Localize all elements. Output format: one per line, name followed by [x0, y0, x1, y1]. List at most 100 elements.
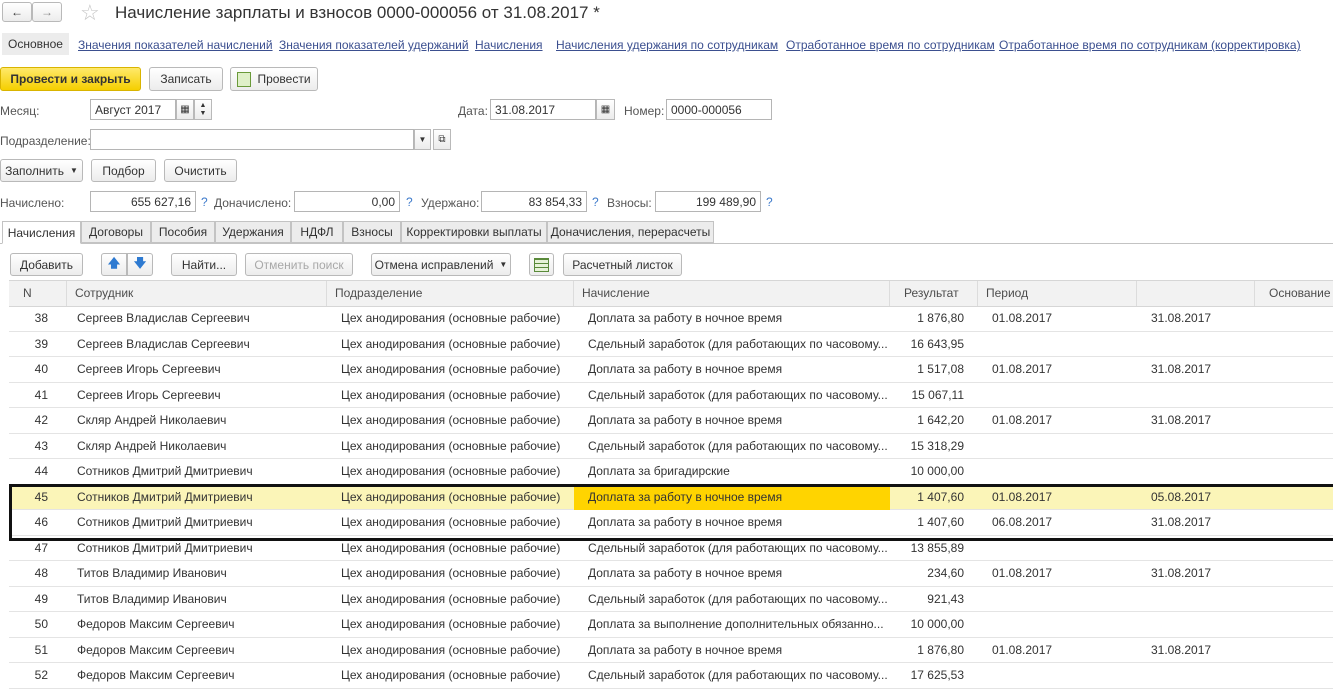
department-cell[interactable]: Цех анодирования (основные рабочие): [341, 306, 571, 331]
contributions-help-icon[interactable]: ?: [766, 195, 773, 209]
period-start-cell[interactable]: 01.08.2017: [992, 408, 1132, 433]
accrued-help-icon[interactable]: ?: [201, 195, 208, 209]
department-cell[interactable]: Цех анодирования (основные рабочие): [341, 434, 571, 459]
col-header-period-end[interactable]: [1137, 281, 1255, 306]
accrual-cell[interactable]: Доплата за работу в ночное время: [588, 306, 888, 331]
accrual-cell[interactable]: Сдельный заработок (для работающих по ча…: [588, 332, 888, 357]
table-row[interactable]: 52 Федоров Максим Сергеевич Цех анодирован…: [9, 663, 1333, 689]
table-row[interactable]: 44 Сотников Дмитрий Дмитриевич Цех анодиро…: [9, 459, 1333, 485]
period-start-cell[interactable]: 01.08.2017: [992, 561, 1132, 586]
row-number[interactable]: 43: [9, 434, 48, 459]
period-end-cell[interactable]: 31.08.2017: [1151, 306, 1251, 331]
period-end-cell[interactable]: [1151, 383, 1251, 408]
table-row[interactable]: 51 Федоров Максим Сергеевич Цех анодирован…: [9, 638, 1333, 663]
nav-link-main[interactable]: Основное: [2, 33, 69, 55]
accrual-cell[interactable]: Сдельный заработок (для работающих по ча…: [588, 434, 888, 459]
row-number[interactable]: 41: [9, 383, 48, 408]
row-number[interactable]: 51: [9, 638, 48, 663]
department-cell[interactable]: Цех анодирования (основные рабочие): [341, 587, 571, 612]
employee-cell[interactable]: Титов Владимир Иванович: [77, 561, 327, 586]
tab-contracts[interactable]: Договоры: [81, 221, 151, 243]
nav-link-accruals[interactable]: Начисления: [475, 38, 543, 52]
number-field[interactable]: 0000-000056: [666, 99, 772, 120]
move-down-button[interactable]: 🡇: [127, 253, 153, 276]
table-row[interactable]: 38 Сергеев Владислав Сергеевич Цех анодиро…: [9, 306, 1333, 332]
accrual-cell[interactable]: Сдельный заработок (для работающих по ча…: [588, 663, 888, 688]
spreadsheet-button[interactable]: [529, 253, 554, 276]
star-icon[interactable]: ☆: [80, 0, 100, 26]
period-start-cell[interactable]: [992, 434, 1132, 459]
nav-link-deduction-indicators[interactable]: Значения показателей удержаний: [279, 38, 469, 52]
month-stepper[interactable]: ▲ ▼: [194, 99, 212, 120]
department-cell[interactable]: Цех анодирования (основные рабочие): [341, 408, 571, 433]
period-end-cell[interactable]: [1151, 587, 1251, 612]
date-calendar-button[interactable]: ▦: [596, 99, 615, 120]
employee-cell[interactable]: Федоров Максим Сергеевич: [77, 638, 327, 663]
department-cell[interactable]: Цех анодирования (основные рабочие): [341, 561, 571, 586]
col-header-period[interactable]: Период: [978, 281, 1137, 306]
accrual-cell[interactable]: Сдельный заработок (для работающих по ча…: [588, 383, 888, 408]
employee-cell[interactable]: Федоров Максим Сергеевич: [77, 612, 327, 637]
period-end-cell[interactable]: [1151, 332, 1251, 357]
row-number[interactable]: 40: [9, 357, 48, 382]
department-cell[interactable]: Цех анодирования (основные рабочие): [341, 638, 571, 663]
add-row-button[interactable]: Добавить: [10, 253, 83, 276]
department-cell[interactable]: Цех анодирования (основные рабочие): [341, 332, 571, 357]
table-row[interactable]: 49 Титов Владимир Иванович Цех анодировани…: [9, 587, 1333, 612]
result-cell[interactable]: 1 642,20: [890, 408, 964, 433]
department-cell[interactable]: Цех анодирования (основные рабочие): [341, 612, 571, 637]
tab-ndfl[interactable]: НДФЛ: [291, 221, 343, 243]
table-row[interactable]: 39 Сергеев Владислав Сергеевич Цех анодиро…: [9, 332, 1333, 357]
period-start-cell[interactable]: [992, 612, 1132, 637]
period-end-cell[interactable]: [1151, 663, 1251, 688]
department-cell[interactable]: Цех анодирования (основные рабочие): [341, 357, 571, 382]
department-dropdown-button[interactable]: ▼: [414, 129, 431, 150]
extra-accrued-help-icon[interactable]: ?: [406, 195, 413, 209]
period-start-cell[interactable]: 01.08.2017: [992, 306, 1132, 331]
accrual-cell[interactable]: Доплата за бригадирские: [588, 459, 888, 484]
employee-cell[interactable]: Скляр Андрей Николаевич: [77, 434, 327, 459]
accrual-cell[interactable]: Доплата за работу в ночное время: [588, 561, 888, 586]
result-cell[interactable]: 17 625,53: [890, 663, 964, 688]
row-number[interactable]: 52: [9, 663, 48, 688]
clear-button[interactable]: Очистить: [164, 159, 237, 182]
result-cell[interactable]: 16 643,95: [890, 332, 964, 357]
employee-cell[interactable]: Скляр Андрей Николаевич: [77, 408, 327, 433]
period-start-cell[interactable]: [992, 332, 1132, 357]
period-end-cell[interactable]: 31.08.2017: [1151, 561, 1251, 586]
tab-deductions[interactable]: Удержания: [215, 221, 291, 243]
payslip-button[interactable]: Расчетный листок: [563, 253, 682, 276]
result-cell[interactable]: 10 000,00: [890, 459, 964, 484]
period-start-cell[interactable]: [992, 383, 1132, 408]
col-header-department[interactable]: Подразделение: [327, 281, 574, 306]
tab-recalculations[interactable]: Доначисления, перерасчеты: [547, 221, 714, 243]
nav-link-worked-time-correction[interactable]: Отработанное время по сотрудникам (корре…: [999, 38, 1301, 52]
row-number[interactable]: 38: [9, 306, 48, 331]
table-row[interactable]: 41 Сергеев Игорь Сергеевич Цех анодировани…: [9, 383, 1333, 408]
save-button[interactable]: Записать: [149, 67, 223, 91]
forward-button[interactable]: →: [32, 2, 62, 22]
date-field[interactable]: 31.08.2017: [490, 99, 596, 120]
employee-cell[interactable]: Федоров Максим Сергеевич: [77, 663, 327, 688]
employee-cell[interactable]: Сергеев Владислав Сергеевич: [77, 306, 327, 331]
row-number[interactable]: 39: [9, 332, 48, 357]
tab-accruals[interactable]: Начисления: [2, 221, 81, 244]
period-end-cell[interactable]: 31.08.2017: [1151, 357, 1251, 382]
accrual-cell[interactable]: Сдельный заработок (для работающих по ча…: [588, 587, 888, 612]
fill-button[interactable]: Заполнить ▼: [0, 159, 83, 182]
col-header-accrual[interactable]: Начисление: [574, 281, 890, 306]
department-cell[interactable]: Цех анодирования (основные рабочие): [341, 459, 571, 484]
cancel-corrections-button[interactable]: Отмена исправлений ▼: [371, 253, 511, 276]
col-header-employee[interactable]: Сотрудник: [67, 281, 327, 306]
result-cell[interactable]: 15 067,11: [890, 383, 965, 408]
table-row[interactable]: 40 Сергеев Игорь Сергеевич Цех анодировани…: [9, 357, 1333, 383]
period-end-cell[interactable]: [1151, 459, 1251, 484]
accrual-cell[interactable]: Доплата за выполнение дополнительных обя…: [588, 612, 888, 637]
result-cell[interactable]: 1 876,80: [890, 638, 964, 663]
post-and-close-button[interactable]: Провести и закрыть: [0, 67, 141, 91]
row-number[interactable]: 50: [9, 612, 48, 637]
result-cell[interactable]: 921,43: [890, 587, 964, 612]
employee-cell[interactable]: Сергеев Игорь Сергеевич: [77, 357, 327, 382]
period-start-cell[interactable]: 01.08.2017: [992, 638, 1132, 663]
accrual-cell[interactable]: Доплата за работу в ночное время: [588, 638, 888, 663]
